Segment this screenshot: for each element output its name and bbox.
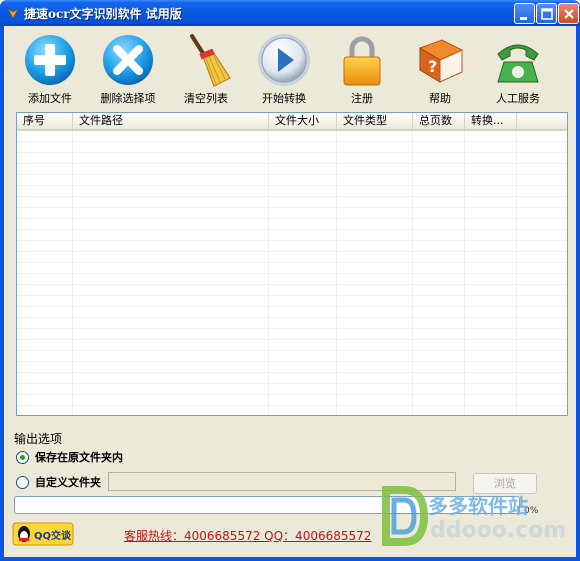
help-label: 帮助 <box>429 92 451 105</box>
column-divider <box>464 131 465 415</box>
column-header-size[interactable]: 文件大小 <box>269 113 337 129</box>
clear-list-button[interactable]: 清空列表 <box>170 26 242 106</box>
add-file-label: 添加文件 <box>28 92 72 105</box>
watermark-logo-icon <box>382 486 428 546</box>
service-hotline-link[interactable]: 客服热线：4006685572 QQ：4006685572 <box>124 527 371 544</box>
file-list-header: 序号 文件路径 文件大小 文件类型 总页数 转换... <box>17 113 567 131</box>
window-title: 捷速ocr文字识别软件 试用版 <box>24 7 182 21</box>
column-header-pages[interactable]: 总页数 <box>413 113 465 129</box>
maximize-icon <box>541 8 553 20</box>
toolbar: 添加文件 删除选择项 清空列表 开始转换 注册 ? 帮助 人工服务 <box>4 26 576 106</box>
column-divider <box>516 131 517 415</box>
help-button[interactable]: ? 帮助 <box>404 26 476 106</box>
register-button[interactable]: 注册 <box>326 26 398 106</box>
file-list-body[interactable] <box>17 131 567 415</box>
qq-chat-button[interactable]: QQ交谈 <box>12 522 74 546</box>
output-options-title: 输出选项 <box>14 432 63 446</box>
lock-icon <box>343 36 381 86</box>
minimize-button[interactable] <box>514 3 535 24</box>
column-divider <box>412 131 413 415</box>
watermark-cn: 多多软件站 <box>428 494 528 518</box>
svg-text:?: ? <box>428 57 437 76</box>
start-convert-button[interactable]: 开始转换 <box>248 26 320 106</box>
column-header-type[interactable]: 文件类型 <box>337 113 413 129</box>
help-book-icon: ? <box>418 39 464 83</box>
radio-save-original-circle[interactable] <box>16 450 29 464</box>
column-header-convert[interactable]: 转换... <box>465 113 517 129</box>
radio-custom-folder-circle[interactable] <box>16 475 29 489</box>
radio-custom-folder[interactable]: 自定义文件夹 <box>16 474 101 490</box>
column-divider <box>268 131 269 415</box>
broom-icon <box>190 34 231 87</box>
start-convert-label: 开始转换 <box>262 92 306 105</box>
register-label: 注册 <box>351 92 373 105</box>
maximize-button[interactable] <box>536 3 557 24</box>
human-service-button[interactable]: 人工服务 <box>482 26 554 106</box>
minimize-icon <box>520 17 527 20</box>
file-list[interactable]: 序号 文件路径 文件大小 文件类型 总页数 转换... <box>16 112 568 416</box>
column-divider <box>72 131 73 415</box>
watermark-en: ddooo.com <box>430 518 567 543</box>
column-divider <box>336 131 337 415</box>
radio-save-original-label: 保存在原文件夹内 <box>35 451 123 464</box>
watermark: 多多软件站 ddooo.com <box>380 476 576 556</box>
close-button[interactable] <box>558 3 579 24</box>
column-header-index[interactable]: 序号 <box>17 113 73 129</box>
app-icon <box>7 8 19 19</box>
qq-chat-label: QQ交谈 <box>34 531 72 542</box>
delete-selected-label: 删除选择项 <box>100 92 156 105</box>
add-file-button[interactable]: 添加文件 <box>14 26 86 106</box>
radio-save-original[interactable]: 保存在原文件夹内 <box>16 449 123 465</box>
human-service-label: 人工服务 <box>496 92 540 105</box>
client-area: 添加文件 删除选择项 清空列表 开始转换 注册 ? 帮助 人工服务 序号 文件路… <box>4 26 576 557</box>
app-window: 捷速ocr文字识别软件 试用版 添加文件 删除选择项 清空列表 开始转换 注册 … <box>0 0 580 561</box>
play-icon <box>258 34 310 86</box>
delete-selected-button[interactable]: 删除选择项 <box>92 26 164 106</box>
close-icon <box>564 9 574 19</box>
title-bar[interactable]: 捷速ocr文字识别软件 试用版 <box>0 0 580 26</box>
radio-custom-folder-label: 自定义文件夹 <box>35 476 101 489</box>
delete-x-icon <box>103 35 153 85</box>
phone-icon <box>497 44 539 83</box>
column-header-path[interactable]: 文件路径 <box>73 113 269 129</box>
add-circle-icon <box>25 35 75 85</box>
clear-list-label: 清空列表 <box>184 92 228 105</box>
